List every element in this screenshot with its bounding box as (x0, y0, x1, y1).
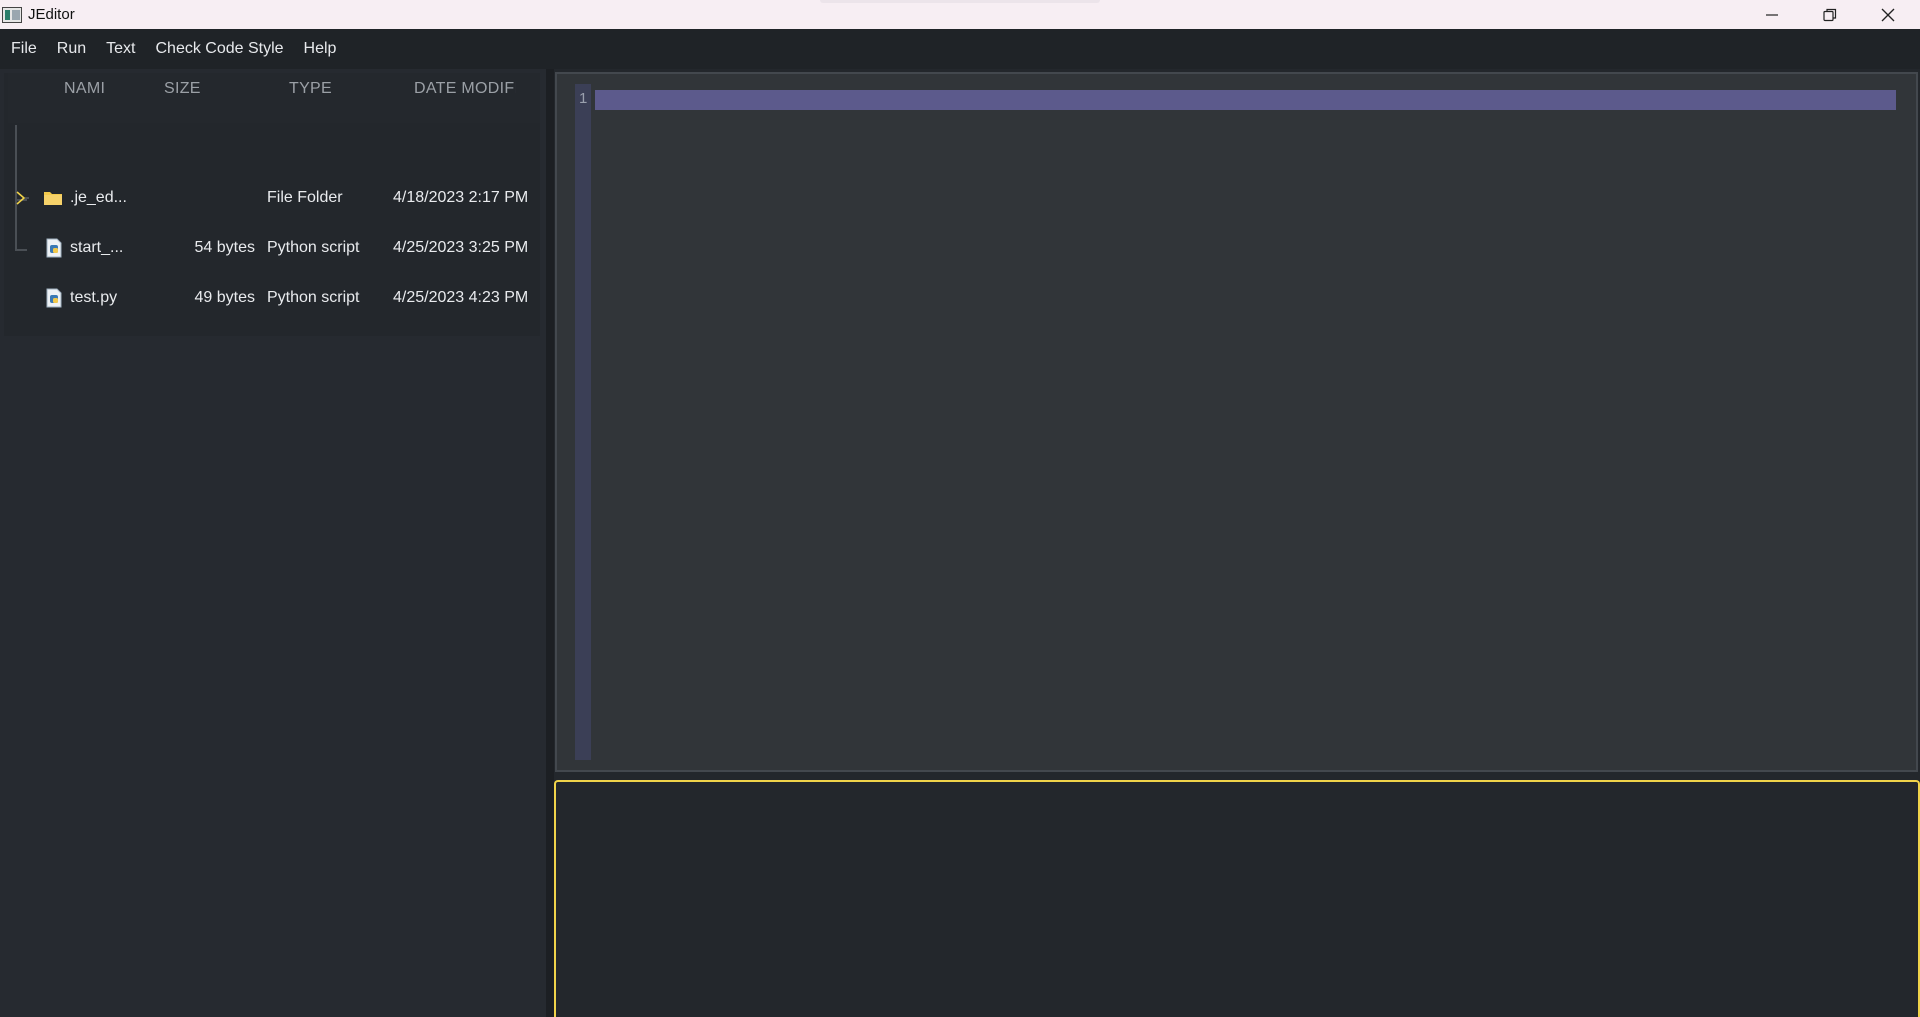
close-button[interactable] (1859, 0, 1917, 29)
python-file-icon (46, 288, 62, 308)
file-tree: NAMI SIZE TYPE DATE MODIFIE .je_ed... Fi… (4, 73, 540, 336)
line-number-gutter (575, 84, 591, 760)
current-line-highlight[interactable] (595, 90, 1896, 110)
file-type: Python script (267, 239, 360, 256)
restore-button[interactable] (1801, 0, 1859, 29)
minimize-button[interactable] (1743, 0, 1801, 29)
restore-icon (1823, 8, 1837, 21)
tree-row[interactable]: test.py 49 bytes Python script 4/25/2023… (8, 273, 540, 323)
title-bar: JEditor (0, 0, 1920, 29)
panel-splitter[interactable] (546, 69, 554, 1017)
column-header-size[interactable]: SIZE (164, 73, 224, 123)
menu-text[interactable]: Text (97, 29, 144, 69)
menu-file[interactable]: File (2, 29, 46, 69)
chevron-right-icon[interactable] (13, 190, 29, 206)
menu-run[interactable]: Run (48, 29, 95, 69)
file-size: 54 bytes (194, 239, 255, 256)
file-date: 4/25/2023 3:25 PM (393, 239, 529, 256)
file-date: 4/25/2023 4:23 PM (393, 289, 529, 306)
file-name: test.py (70, 289, 118, 306)
file-type: Python script (267, 289, 360, 306)
menu-check-code-style[interactable]: Check Code Style (146, 29, 292, 69)
tree-row[interactable]: .je_ed... File Folder 4/18/2023 2:17 PM (8, 173, 540, 223)
tree-row[interactable]: start_... 54 bytes Python script 4/25/20… (8, 223, 540, 273)
file-size: 49 bytes (194, 289, 255, 306)
file-name: .je_ed... (70, 189, 127, 206)
app-icon (2, 6, 22, 23)
file-size (162, 173, 255, 223)
close-icon (1881, 8, 1895, 21)
output-console[interactable] (554, 780, 1920, 1017)
file-name: start_... (70, 239, 124, 256)
title-bar-highlight (820, 0, 1100, 3)
column-header-name[interactable]: NAMI (64, 73, 114, 123)
code-editor[interactable]: 1 (555, 72, 1918, 772)
file-tree-header: NAMI SIZE TYPE DATE MODIFIE (8, 73, 540, 123)
file-date: 4/18/2023 2:17 PM (393, 189, 529, 206)
folder-icon (44, 192, 62, 205)
file-type: File Folder (267, 189, 343, 206)
window-title: JEditor (28, 6, 75, 23)
column-header-type[interactable]: TYPE (289, 73, 359, 123)
minimize-icon (1766, 13, 1778, 16)
menu-bar: File Run Text Check Code Style Help (0, 29, 1920, 69)
python-file-icon (46, 238, 62, 258)
file-tree-panel: NAMI SIZE TYPE DATE MODIFIE .je_ed... Fi… (0, 69, 546, 1017)
column-header-date-modified[interactable]: DATE MODIFIE (414, 73, 516, 123)
menu-help[interactable]: Help (295, 29, 346, 69)
line-number: 1 (579, 90, 588, 107)
